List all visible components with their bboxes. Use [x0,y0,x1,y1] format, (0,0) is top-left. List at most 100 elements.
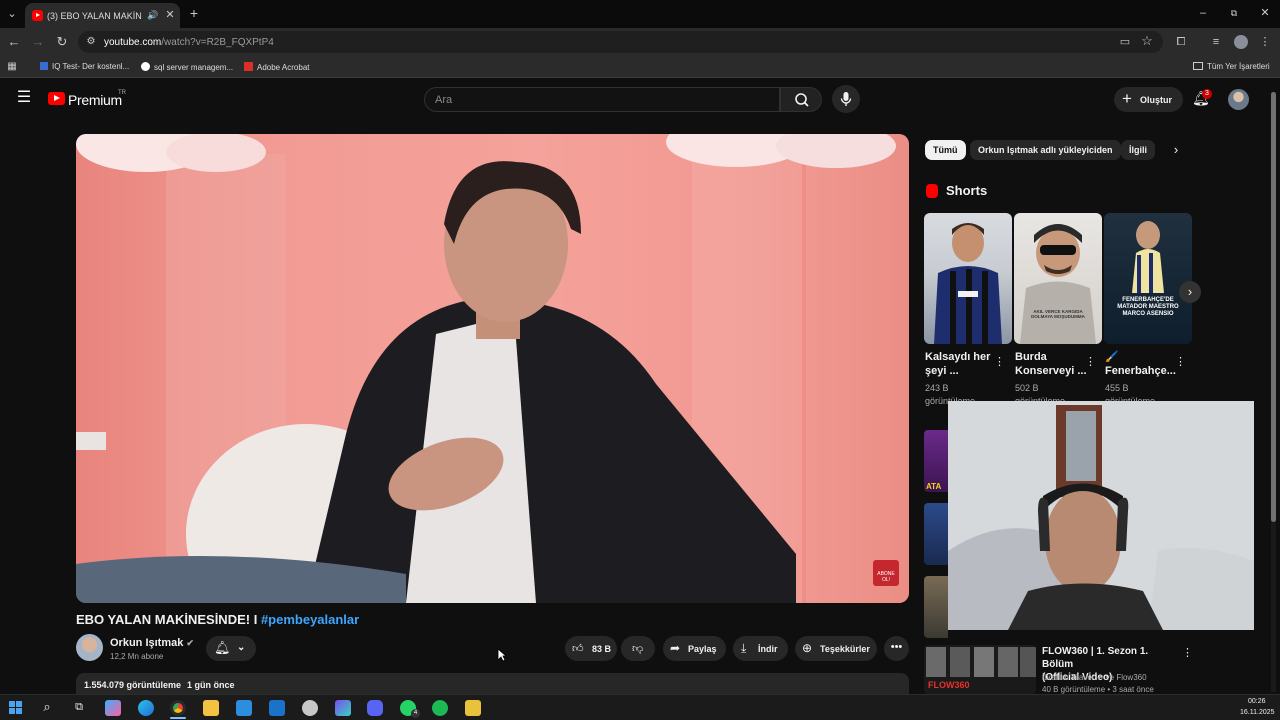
dislike-button[interactable]: 👎︎ [621,636,655,661]
chip-all[interactable]: Tümü [925,140,966,160]
acrobat-icon [244,62,253,71]
notes-icon[interactable] [465,700,481,716]
more-actions-button[interactable]: ••• [884,636,909,661]
edge-icon[interactable] [138,700,154,716]
channel-avatar[interactable] [76,634,103,661]
app-icon[interactable] [335,700,351,716]
short-thumbnail-1[interactable] [924,213,1012,344]
tab-list-dropdown-icon[interactable]: ⌄ [5,7,19,21]
windows-taskbar: ⌕ ⧉ 4 00:26 16.11.2025 [0,694,1280,720]
site-info-icon[interactable]: ⚙ [85,35,97,49]
watermark-label: ABONE OL! [877,571,895,583]
share-button[interactable]: ➦ Paylaş [663,636,726,661]
spotify-icon[interactable] [432,700,448,716]
mail-icon[interactable] [269,700,285,716]
youtube-logo-icon[interactable] [48,92,65,105]
video-player[interactable]: ABONE OL! [76,134,909,603]
new-tab-icon[interactable]: + [187,6,201,20]
bookmark-iq-test[interactable]: IQ Test- Der kostenl... [40,62,129,71]
rec-meta: 40 B görüntüleme • 3 saat önce [1042,685,1154,694]
microphone-icon [840,92,852,106]
short-2-menu-icon[interactable]: ⋮ [1085,355,1096,369]
restore-icon[interactable]: ⧉ [1227,6,1241,20]
search-input[interactable]: Ara [424,87,780,112]
hashtag-link[interactable]: #pembeyalanlar [261,612,359,627]
hamburger-menu-icon[interactable]: ☰ [16,90,32,106]
tab-close-icon[interactable]: ✕ [164,8,176,22]
bookmark-adobe-acrobat[interactable]: Adobe Acrobat [244,62,309,72]
shorts-next-button[interactable]: › [1179,281,1201,303]
download-button[interactable]: ⤓ İndir [733,636,788,661]
browser-tab-active[interactable]: (3) EBO YALAN MAKİNESİNDE 🔊 ✕ [25,3,180,28]
short-thumbnail-3[interactable]: FENERBAHÇE'DE MATADOR MAESTRO MARCO ASEN… [1104,213,1192,344]
profile-avatar[interactable] [1234,35,1248,49]
search-button[interactable] [780,87,822,112]
description-box[interactable]: 1.554.079 görüntüleme 1 gün önce [76,673,909,694]
clock-time[interactable]: 00:26 [1248,698,1266,705]
search-icon [795,93,809,107]
webcam-image [948,401,1254,630]
chip-from-uploader[interactable]: Orkun Işıtmak adlı yükleyiciden [970,140,1121,160]
rec-thumbnail-partial-3[interactable] [924,576,948,638]
store-icon[interactable] [236,700,252,716]
url-path: /watch?v=R2B_FQXPtP4 [161,37,274,48]
omnibox[interactable]: ⚙ youtube.com/watch?v=R2B_FQXPtP4 [78,31,1163,53]
short-3-menu-icon[interactable]: ⋮ [1175,355,1186,369]
browser-tab-bar: ⌄ (3) EBO YALAN MAKİNESİNDE 🔊 ✕ + – ⧉ ✕ [0,0,1280,28]
short-2-image [1020,224,1096,344]
extensions-icon[interactable]: ⧠ [1174,35,1188,49]
short-2-title[interactable]: Burda Konserveyi ... [1015,350,1087,378]
chips-next-icon[interactable]: › [1169,143,1183,157]
file-explorer-icon[interactable] [203,700,219,716]
discord-icon[interactable] [367,700,383,716]
window-close-icon[interactable]: ✕ [1258,6,1272,20]
scrollbar-thumb[interactable] [1271,92,1276,522]
short-1-menu-icon[interactable]: ⋮ [994,355,1005,369]
account-avatar[interactable] [1228,89,1249,110]
create-button[interactable]: + Oluştur [1114,87,1183,112]
chrome-icon[interactable] [170,700,186,716]
share-icon: ➦ [670,641,681,655]
forward-icon[interactable]: → [31,35,45,49]
voice-search-button[interactable] [832,85,860,113]
chevron-down-icon: ⌄ [237,642,246,653]
short-3-title[interactable]: 🖌️ Fenerbahçe... [1105,350,1176,378]
bookmark-sql-server[interactable]: sql server managem... [141,62,233,72]
all-bookmarks[interactable]: Tüm Yer İşaretleri [1193,62,1270,71]
media-control-icon[interactable]: ≡ [1209,35,1223,49]
chip-related[interactable]: İlgili [1121,140,1155,160]
speaker-icon[interactable]: 🔊 [147,8,159,22]
like-button[interactable]: 👍︎ 83 B [565,636,617,661]
youtube-premium-label[interactable]: Premium [68,92,122,108]
back-icon[interactable]: ← [7,35,21,49]
subscribed-bell-button[interactable]: 🔔︎ ⌄ [206,636,256,661]
channel-name[interactable]: Orkun Işıtmak ✔ [110,637,194,649]
short-1-title[interactable]: Kalsaydı her şeyi ... [925,350,990,378]
download-icon: ⤓ [741,641,747,655]
windows-start-icon[interactable] [9,701,22,714]
task-view-icon[interactable]: ⧉ [72,700,86,714]
clock-date[interactable]: 16.11.2025 [1240,709,1275,716]
cast-icon[interactable]: ▭ [1118,35,1132,49]
share-label: Paylaş [688,644,717,654]
thumbs-up-icon: 👍︎ [572,643,584,655]
page-scrollbar[interactable] [1271,92,1276,692]
reload-icon[interactable]: ↻ [55,35,69,49]
snipping-tool-icon[interactable] [302,700,318,716]
rec-thumbnail-partial-2[interactable] [924,503,948,565]
bookmark-star-icon[interactable]: ☆ [1140,34,1154,48]
verified-icon: ✔ [1096,673,1104,682]
browser-menu-icon[interactable]: ⋮ [1258,35,1272,49]
short-thumbnail-2[interactable]: AKIL VERCE KARGIDA DOLMAYA MOŞUDUMMA [1014,213,1102,344]
rec-thumbnail-flow360[interactable]: FLOW360 [924,645,1036,694]
apps-grid-icon[interactable]: ▦ [6,60,18,74]
minimize-icon[interactable]: – [1196,6,1210,20]
copilot-icon[interactable] [105,700,121,716]
taskbar-search-icon[interactable]: ⌕ [39,700,55,714]
thanks-button[interactable]: ⊕ Teşekkürler [795,636,877,661]
rec-menu-icon[interactable]: ⋮ [1182,646,1193,660]
address-bar-row: ← → ↻ ⚙ youtube.com/watch?v=R2B_FQXPtP4 … [0,28,1280,56]
short-3-image [1132,221,1164,293]
rec-channel[interactable]: İbrahim Tilaver ✔ ve Flow360 [1042,673,1147,682]
upload-age: 1 gün önce [187,680,235,690]
